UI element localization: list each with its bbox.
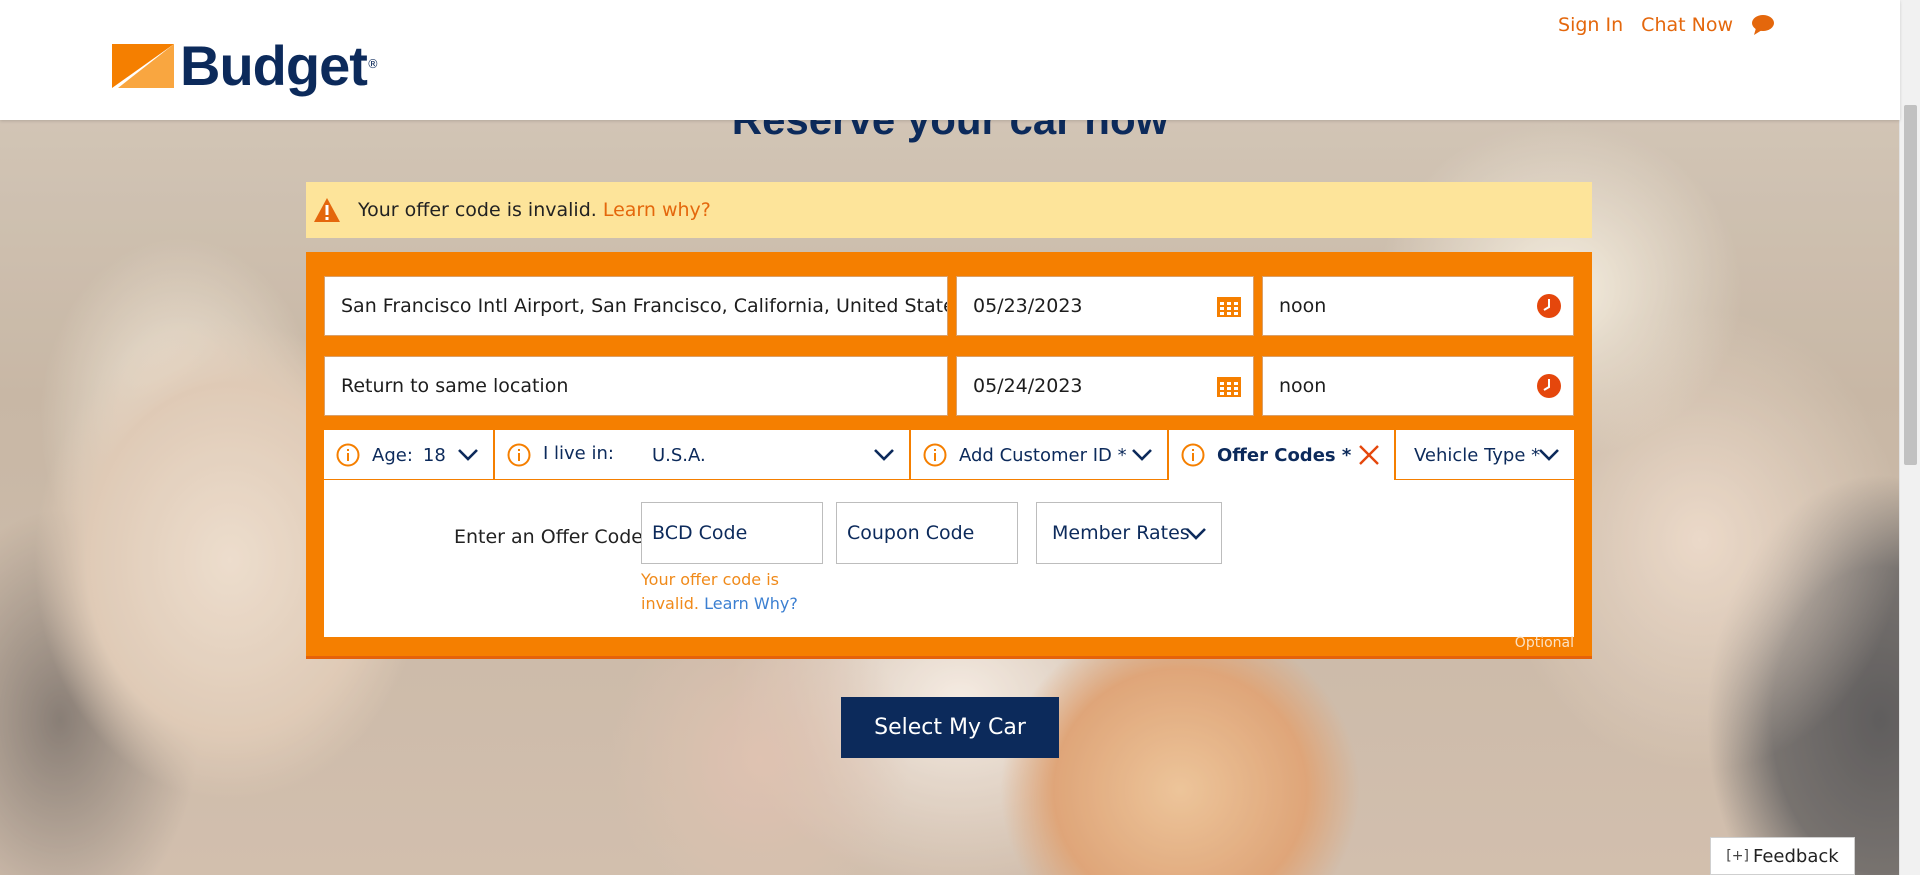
chat-now-link[interactable]: Chat Now [1641, 14, 1733, 36]
close-icon[interactable] [1358, 444, 1380, 466]
logo-registered-mark: ® [366, 57, 379, 71]
feedback-label: Feedback [1752, 845, 1839, 867]
budget-logo-icon [112, 44, 174, 88]
chevron-down-icon [1186, 528, 1206, 540]
info-icon[interactable] [1181, 443, 1205, 467]
bcd-code-input[interactable]: BCD Code [641, 502, 823, 564]
pickup-date-value: 05/23/2023 [973, 295, 1083, 317]
feedback-button[interactable]: [+] Feedback [1710, 837, 1855, 875]
booking-options-row: Age: 18 I live in: U.S.A. Add Customer I… [324, 430, 1574, 480]
clock-icon[interactable] [1537, 374, 1561, 398]
coupon-code-input[interactable]: Coupon Code [836, 502, 1018, 564]
optional-label: Optional [1514, 635, 1574, 651]
return-time-input[interactable]: noon [1262, 356, 1574, 416]
member-rates-label: Member Rates [1052, 522, 1190, 544]
offer-codes-tab[interactable]: Offer Codes * [1169, 430, 1396, 480]
calendar-icon[interactable] [1217, 375, 1241, 397]
offer-code-section: Enter an Offer Code BCD Code Coupon Code… [324, 480, 1574, 651]
calendar-icon[interactable] [1217, 295, 1241, 317]
return-location-value: Return to same location [341, 375, 569, 397]
coupon-code-placeholder: Coupon Code [847, 522, 975, 544]
bcd-code-placeholder: BCD Code [652, 522, 748, 544]
return-date-input[interactable]: 05/24/2023 [956, 356, 1254, 416]
feedback-expand-icon: [+] [1726, 848, 1749, 864]
offer-error-learn-why-link[interactable]: Learn Why? [704, 594, 798, 613]
logo-wordmark: Budget [180, 34, 368, 97]
alert-learn-why-link[interactable]: Learn why? [603, 199, 711, 221]
pickup-location-input[interactable]: San Francisco Intl Airport, San Francisc… [324, 276, 948, 336]
residence-country-selector[interactable]: I live in: U.S.A. [495, 430, 911, 480]
offer-code-label: Enter an Offer Code [454, 526, 643, 548]
age-selector[interactable]: Age: 18 [324, 430, 495, 480]
vehicle-type-selector[interactable]: Vehicle Type * [1396, 430, 1574, 480]
live-in-label: I live in: [543, 442, 614, 464]
age-value: 18 [422, 444, 446, 466]
vehicle-type-label: Vehicle Type * [1414, 444, 1541, 466]
chevron-down-icon [874, 449, 894, 461]
chevron-down-icon [1539, 449, 1559, 461]
customer-id-label: Add Customer ID * [959, 444, 1127, 466]
page-scrollbar[interactable] [1899, 0, 1920, 875]
chevron-down-icon [1132, 449, 1152, 461]
chevron-down-icon [458, 449, 478, 461]
invalid-offer-alert: Your offer code is invalid. Learn why? [306, 182, 1592, 238]
age-label: Age: [372, 444, 413, 466]
return-time-value: noon [1279, 375, 1327, 397]
pickup-time-input[interactable]: noon [1262, 276, 1574, 336]
live-in-value: U.S.A. [651, 444, 706, 466]
scrollbar-thumb[interactable] [1904, 105, 1917, 465]
header-links: Sign In Chat Now [1558, 14, 1775, 36]
member-rates-select[interactable]: Member Rates [1036, 502, 1222, 564]
sign-in-link[interactable]: Sign In [1558, 14, 1623, 36]
alert-message: Your offer code is invalid. [358, 199, 597, 221]
chat-bubble-icon[interactable] [1751, 14, 1775, 36]
return-date-value: 05/24/2023 [973, 375, 1083, 397]
pickup-time-value: noon [1279, 295, 1327, 317]
pickup-date-input[interactable]: 05/23/2023 [956, 276, 1254, 336]
clock-icon[interactable] [1537, 294, 1561, 318]
add-customer-id-selector[interactable]: Add Customer ID * [911, 430, 1169, 480]
site-header: Budget ® Sign In Chat Now [0, 0, 1900, 120]
offer-error-message: Your offer code is invalid. Learn Why? [641, 568, 801, 616]
booking-panel: San Francisco Intl Airport, San Francisc… [306, 252, 1592, 659]
pickup-location-value: San Francisco Intl Airport, San Francisc… [341, 295, 947, 317]
info-icon[interactable] [336, 443, 360, 467]
info-icon[interactable] [507, 443, 531, 467]
warning-icon [314, 198, 340, 222]
budget-logo[interactable]: Budget ® [112, 38, 379, 94]
return-location-input[interactable]: Return to same location [324, 356, 948, 416]
select-my-car-button[interactable]: Select My Car [841, 697, 1059, 758]
offer-codes-label: Offer Codes * [1217, 444, 1352, 466]
info-icon[interactable] [923, 443, 947, 467]
